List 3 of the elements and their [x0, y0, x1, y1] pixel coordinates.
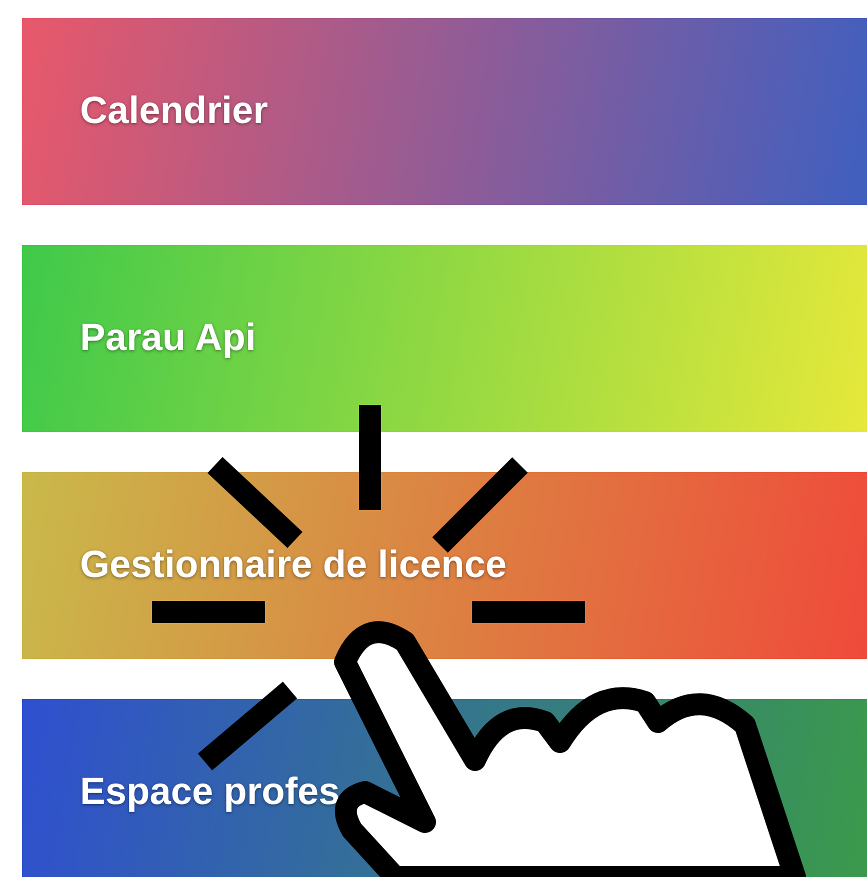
menu-item[interactable]: Gestionnaire de licence — [22, 472, 867, 659]
menu-item[interactable]: Calendrier — [22, 18, 867, 205]
menu-item[interactable]: Parau Api — [22, 245, 867, 432]
